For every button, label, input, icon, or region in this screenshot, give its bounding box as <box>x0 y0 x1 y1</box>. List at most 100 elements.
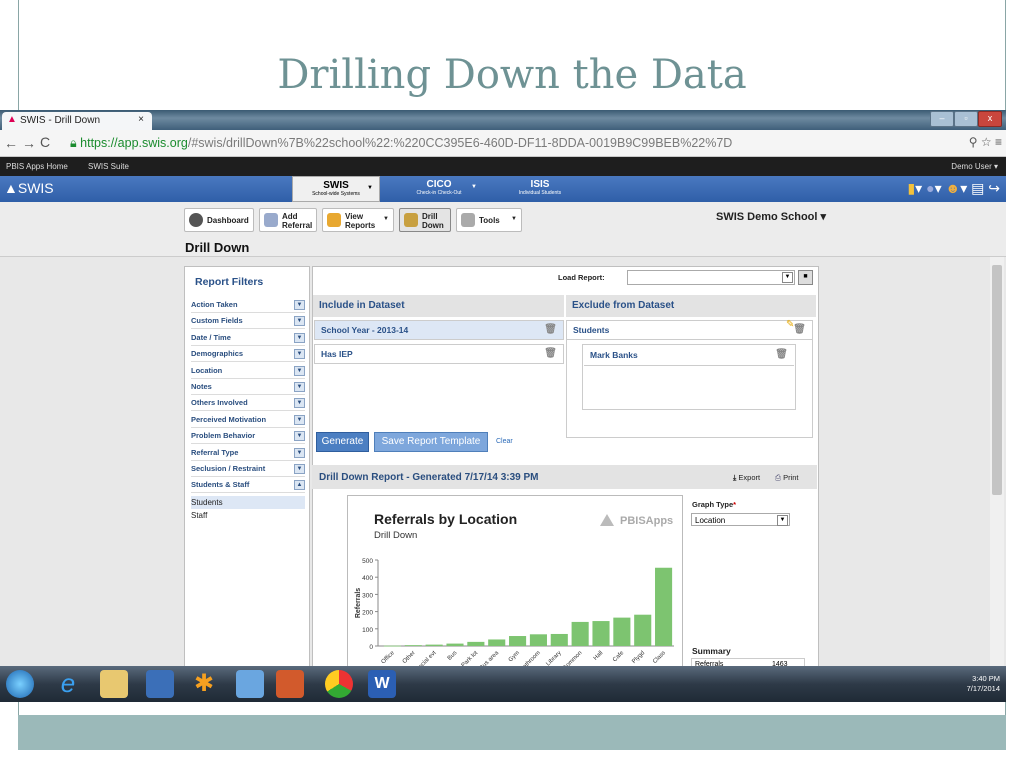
pinwheel-icon[interactable]: ✱ <box>190 670 218 698</box>
tab-close-icon[interactable]: × <box>138 114 144 125</box>
scrollbar-thumb[interactable] <box>992 265 1002 495</box>
print-button[interactable]: ⎙ Print <box>775 473 799 483</box>
folder-icon[interactable] <box>236 670 264 698</box>
filter-item[interactable]: Location ▼ <box>191 364 305 379</box>
load-report-button[interactable]: ■ <box>798 270 813 285</box>
word-icon[interactable]: W <box>368 670 396 698</box>
user-menu[interactable]: Demo User ▾ <box>951 157 998 176</box>
filter-item[interactable]: Date / Time ▼ <box>191 331 305 346</box>
swis-logo[interactable]: ▲SWIS <box>4 180 54 196</box>
start-button-icon[interactable] <box>6 670 34 698</box>
chevron-icon[interactable]: ▼ <box>294 365 305 376</box>
browser-tab-bar: ▲ SWIS - Drill Down × – ▫ x <box>0 110 1006 130</box>
chevron-icon[interactable]: ▼ <box>294 349 305 360</box>
trash-icon[interactable]: 🗑︎ <box>544 345 557 363</box>
filter-item[interactable]: Others Involved ▼ <box>191 396 305 412</box>
filter-sub-item[interactable]: Students <box>191 495 305 509</box>
filter-sub-item[interactable]: Staff <box>191 509 305 522</box>
chevron-down-icon: ▼ <box>782 272 793 283</box>
users-icon[interactable]: ☻ <box>945 180 960 196</box>
y-tick-label: 300 <box>362 592 373 599</box>
menu-icon[interactable]: ≡ <box>995 135 1002 149</box>
minimize-button[interactable]: – <box>930 111 954 127</box>
reports-icon <box>327 213 341 227</box>
url-field[interactable]: 🔒︎ https://app.swis.org/#swis/drillDown%… <box>70 133 990 153</box>
internet-explorer-icon[interactable]: e <box>54 670 82 698</box>
add-referral-button[interactable]: Add Referral <box>259 208 317 232</box>
windows-taskbar: e ✱ W 3:40 PM 7/17/2014 <box>0 666 1006 702</box>
tab-isis[interactable]: ISIS Individual Students <box>496 176 584 202</box>
filter-item[interactable]: Problem Behavior ▼ <box>191 429 305 445</box>
filter-item[interactable]: Demographics ▼ <box>191 347 305 363</box>
filter-item[interactable]: Students & Staff ▲ <box>191 478 305 494</box>
generate-button[interactable]: Generate <box>316 432 369 452</box>
chevron-icon[interactable]: ▼ <box>294 464 305 474</box>
bar <box>529 634 547 646</box>
chevron-icon[interactable]: ▼ <box>294 431 305 442</box>
tab-title: SWIS - Drill Down <box>20 115 101 126</box>
tab-cico[interactable]: CICO Check-in Check-Out ▼ <box>395 176 483 202</box>
tab-swis[interactable]: SWIS School-wide Systems ▼ <box>292 176 380 202</box>
filter-item[interactable]: Perceived Motivation ▼ <box>191 413 305 428</box>
pbis-apps-home-link[interactable]: PBIS Apps Home <box>6 157 68 176</box>
clipboard-icon[interactable]: ▤ <box>971 180 984 196</box>
exclude-group[interactable]: Students 🗑︎ <box>566 320 813 340</box>
chevron-icon[interactable]: ▼ <box>294 316 305 327</box>
include-item[interactable]: Has IEP 🗑︎ <box>314 344 564 364</box>
file-explorer-icon[interactable] <box>100 670 128 698</box>
trash-icon[interactable]: 🗑︎ <box>793 321 806 339</box>
view-reports-button[interactable]: View Reports ▼ <box>322 208 394 232</box>
graph-type-select[interactable]: Location ▼ <box>691 513 790 526</box>
chevron-icon[interactable]: ▼ <box>294 414 305 425</box>
close-window-button[interactable]: x <box>978 111 1002 127</box>
back-icon[interactable]: ← <box>4 135 18 151</box>
maximize-button[interactable]: ▫ <box>954 111 978 127</box>
dashboard-button[interactable]: Dashboard <box>184 208 254 232</box>
swis-logo-icon: ▲ <box>4 180 18 196</box>
include-item[interactable]: School Year - 2013-14 🗑︎ <box>314 320 564 340</box>
pencil-icon[interactable]: ✎ <box>786 319 794 330</box>
help-icon[interactable]: ● <box>926 180 934 196</box>
reports-icon[interactable]: ▮ <box>907 180 915 196</box>
exclude-item[interactable]: Mark Banks 🗑︎ <box>584 346 794 366</box>
x-tick-label: Other <box>402 650 417 665</box>
nav-icons: ▮▾ ●▾ ☻▾ ▤ ↪ <box>907 180 1000 196</box>
chevron-icon[interactable]: ▼ <box>294 398 305 409</box>
drill-down-button[interactable]: Drill Down <box>399 208 451 232</box>
download-icon: ⤓ <box>733 473 737 482</box>
filter-item[interactable]: Action Taken ▼ <box>191 298 305 313</box>
y-tick-label: 400 <box>362 575 373 582</box>
powerpoint-icon[interactable] <box>276 670 304 698</box>
star-icon[interactable]: ☆ <box>981 135 992 149</box>
lock-icon: 🔒︎ <box>70 136 77 150</box>
save-report-template-button[interactable]: Save Report Template <box>374 432 488 452</box>
chevron-icon[interactable]: ▼ <box>294 382 305 392</box>
filter-item[interactable]: Custom Fields ▼ <box>191 314 305 330</box>
slide-bottom-band <box>18 715 1006 750</box>
trash-icon[interactable]: 🗑︎ <box>775 346 788 364</box>
clear-link[interactable]: Clear <box>496 438 513 445</box>
filter-item[interactable]: Referral Type ▼ <box>191 446 305 461</box>
school-selector[interactable]: SWIS Demo School ▾ <box>716 210 826 223</box>
chrome-icon[interactable] <box>325 670 353 698</box>
chevron-icon[interactable]: ▲ <box>294 480 305 491</box>
filter-item[interactable]: Seclusion / Restraint ▼ <box>191 462 305 477</box>
exclude-dataset-header: Exclude from Dataset <box>566 295 816 317</box>
media-player-icon[interactable] <box>146 670 174 698</box>
filter-item[interactable]: Notes ▼ <box>191 380 305 395</box>
browser-tab[interactable]: ▲ SWIS - Drill Down × <box>2 112 152 130</box>
chevron-icon[interactable]: ▼ <box>294 300 305 310</box>
chevron-icon[interactable]: ▼ <box>294 332 305 343</box>
load-report-select[interactable]: ▼ <box>627 270 795 285</box>
tools-button[interactable]: Tools ▼ <box>456 208 522 232</box>
forward-icon[interactable]: → <box>22 135 36 151</box>
export-button[interactable]: ⤓ Export <box>733 473 760 483</box>
trash-icon[interactable]: 🗑︎ <box>544 321 557 339</box>
swis-suite-link[interactable]: SWIS Suite <box>88 157 129 176</box>
y-tick-label: 500 <box>362 558 373 565</box>
x-tick-label: Office <box>381 650 397 666</box>
search-icon[interactable]: ⚲ <box>969 135 978 149</box>
logout-icon[interactable]: ↪ <box>988 180 1000 196</box>
reload-icon[interactable]: C <box>40 134 50 150</box>
chevron-icon[interactable]: ▼ <box>294 447 305 458</box>
